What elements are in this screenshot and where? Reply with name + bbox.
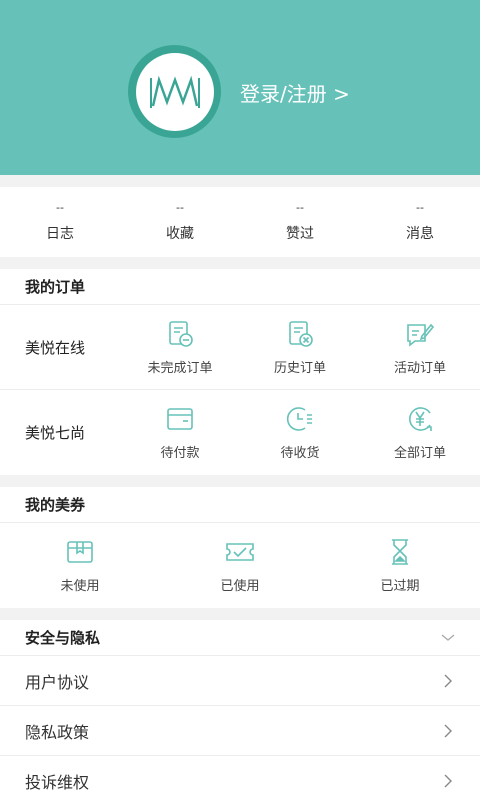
stat-likes[interactable]: -- 赞过 <box>240 187 360 257</box>
coupons-section: 我的美券 未使用 已使用 已过期 <box>0 487 480 608</box>
pending-payment-button[interactable]: 待付款 <box>120 404 240 461</box>
stat-messages[interactable]: -- 消息 <box>360 187 480 257</box>
order-row-qishang: 美悦七尚 待付款 待收货 全部订单 <box>0 390 480 475</box>
pending-delivery-button[interactable]: 待收货 <box>240 404 360 461</box>
item-label: 待收货 <box>280 446 320 461</box>
chevron-right-icon <box>444 674 452 687</box>
logo-icon <box>135 52 214 131</box>
unused-coupons-button[interactable]: 未使用 <box>0 537 160 594</box>
pending-order-button[interactable]: 未完成订单 <box>120 319 240 376</box>
chevron-down-icon <box>441 634 455 641</box>
list-item-label: 用户协议 <box>25 672 90 692</box>
history-order-icon <box>289 320 313 347</box>
item-label: 未使用 <box>60 579 100 594</box>
history-order-button[interactable]: 历史订单 <box>240 319 360 376</box>
stat-value: -- <box>176 201 184 214</box>
activity-order-button[interactable]: 活动订单 <box>360 319 480 376</box>
item-label: 待付款 <box>160 446 200 461</box>
privacy-section: 安全与隐私 用户协议 隐私政策 投诉维权 <box>0 620 480 800</box>
hourglass-icon <box>392 539 408 565</box>
stat-value: -- <box>56 201 64 214</box>
wallet-icon <box>167 408 193 430</box>
pending-order-icon <box>169 320 193 347</box>
used-ticket-icon <box>226 543 254 561</box>
item-label: 活动订单 <box>393 360 446 376</box>
stat-label: 消息 <box>406 226 434 242</box>
orders-title: 我的订单 <box>0 269 480 305</box>
stat-favorites[interactable]: -- 收藏 <box>120 187 240 257</box>
list-item-label: 隐私政策 <box>25 722 90 742</box>
stat-value: -- <box>416 201 424 214</box>
item-label: 全部订单 <box>393 446 446 461</box>
order-row-online: 美悦在线 未完成订单 历史订单 活动订单 <box>0 305 480 390</box>
list-item-label: 投诉维权 <box>25 772 90 792</box>
chevron-right-icon <box>444 774 452 787</box>
user-agreement-item[interactable]: 用户协议 <box>0 656 480 706</box>
profile-header: 登录/注册 > <box>0 0 480 175</box>
used-coupons-button[interactable]: 已使用 <box>160 537 320 594</box>
login-register-link[interactable]: 登录/注册 > <box>240 78 350 107</box>
privacy-header[interactable]: 安全与隐私 <box>0 620 480 656</box>
row-label: 美悦七尚 <box>25 424 86 442</box>
avatar[interactable] <box>128 45 221 138</box>
stat-diary[interactable]: -- 日志 <box>0 187 120 257</box>
privacy-policy-item[interactable]: 隐私政策 <box>0 706 480 756</box>
privacy-title: 安全与隐私 <box>25 629 101 647</box>
stats-bar: -- 日志 -- 收藏 -- 赞过 -- 消息 <box>0 187 480 257</box>
item-label: 已过期 <box>380 579 420 594</box>
expired-coupons-button[interactable]: 已过期 <box>320 537 480 594</box>
item-label: 历史订单 <box>273 360 326 376</box>
item-label: 未完成订单 <box>147 360 213 376</box>
all-orders-button[interactable]: 全部订单 <box>360 404 480 461</box>
stat-label: 日志 <box>46 226 74 242</box>
activity-order-icon <box>407 323 435 347</box>
gift-box-icon <box>67 541 93 563</box>
coupons-title: 我的美券 <box>0 487 480 523</box>
item-label: 已使用 <box>220 579 260 594</box>
complaint-item[interactable]: 投诉维权 <box>0 756 480 800</box>
stat-label: 赞过 <box>286 226 314 242</box>
stat-label: 收藏 <box>166 226 194 242</box>
delivery-clock-icon <box>286 407 312 431</box>
yen-icon <box>409 407 432 431</box>
stat-value: -- <box>296 201 304 214</box>
row-label: 美悦在线 <box>25 338 86 357</box>
orders-section: 我的订单 美悦在线 未完成订单 历史订单 活动订单 美悦七尚 待付款 待收货 全… <box>0 269 480 475</box>
chevron-right-icon <box>444 724 452 737</box>
